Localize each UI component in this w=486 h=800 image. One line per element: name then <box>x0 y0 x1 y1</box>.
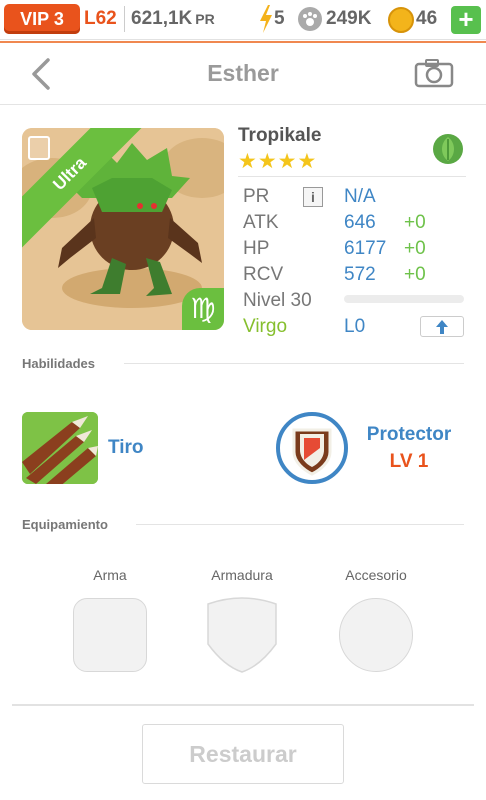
header-divider <box>0 41 486 43</box>
paw-icon <box>298 7 322 31</box>
rcv-bonus: +0 <box>404 264 426 285</box>
footer-divider <box>12 704 474 706</box>
hp-bonus: +0 <box>404 238 426 259</box>
monster-portrait[interactable]: Ultra ♍ <box>22 128 224 330</box>
zodiac-level: L0 <box>344 316 366 337</box>
info-icon[interactable]: i <box>303 187 323 207</box>
add-currency-button[interactable]: + <box>451 6 481 34</box>
vip-badge[interactable]: VIP 3 <box>4 4 80 34</box>
armor-slot-label: Armadura <box>211 567 273 583</box>
player-pr-value: 621,1K <box>131 8 193 29</box>
star-rating: ★★★★ <box>238 150 318 173</box>
player-pr: 621,1K PR <box>124 6 215 32</box>
level-progress-bar <box>344 295 464 303</box>
rcv-label: RCV <box>243 264 284 285</box>
atk-value: 646 <box>344 212 376 233</box>
arrow-up-icon <box>436 320 448 334</box>
coin-icon <box>388 7 414 33</box>
coin-count: 46 <box>416 8 438 29</box>
abilities-section-title: Habilidades <box>22 356 95 371</box>
document-icon[interactable] <box>28 136 50 160</box>
camera-icon[interactable] <box>414 58 454 88</box>
protector-skill-level: LV 1 <box>389 451 429 472</box>
player-level: L62 <box>84 8 117 29</box>
equipment-section-title: Equipamiento <box>22 517 108 532</box>
hp-value: 6177 <box>344 238 387 259</box>
protector-skill-name[interactable]: Protector <box>357 423 461 447</box>
accessory-slot-label: Accesorio <box>345 567 407 583</box>
energy-bolt-icon <box>260 5 272 33</box>
equipment-divider <box>136 524 464 525</box>
pr-value: N/A <box>344 186 376 207</box>
weapon-slot-label: Arma <box>93 567 127 583</box>
tiro-skill-name[interactable]: Tiro <box>108 436 144 460</box>
pr-label: PR <box>243 186 270 207</box>
zodiac-label: Virgo <box>243 316 288 337</box>
abilities-divider <box>124 363 464 364</box>
restore-button[interactable]: Restaurar <box>142 724 344 784</box>
atk-bonus: +0 <box>404 212 426 233</box>
atk-label: ATK <box>243 212 279 233</box>
player-pr-unit: PR <box>195 11 215 27</box>
zodiac-virgo-icon: ♍ <box>182 288 224 330</box>
header-separator <box>0 104 486 105</box>
energy-count: 5 <box>274 8 285 29</box>
hp-label: HP <box>243 238 270 259</box>
level-label: Nivel 30 <box>243 290 312 311</box>
zodiac-upgrade-button[interactable] <box>420 316 464 337</box>
weapon-slot[interactable] <box>73 598 147 672</box>
protector-shield-icon[interactable] <box>276 412 348 484</box>
rcv-value: 572 <box>344 264 376 285</box>
armor-slot[interactable] <box>206 596 278 674</box>
accessory-slot[interactable] <box>339 598 413 672</box>
paw-count: 249K <box>326 8 372 29</box>
tiro-skill-icon[interactable] <box>22 412 98 484</box>
stats-divider <box>238 176 466 177</box>
monster-name: Tropikale <box>238 125 322 146</box>
leaf-element-icon <box>433 134 463 164</box>
